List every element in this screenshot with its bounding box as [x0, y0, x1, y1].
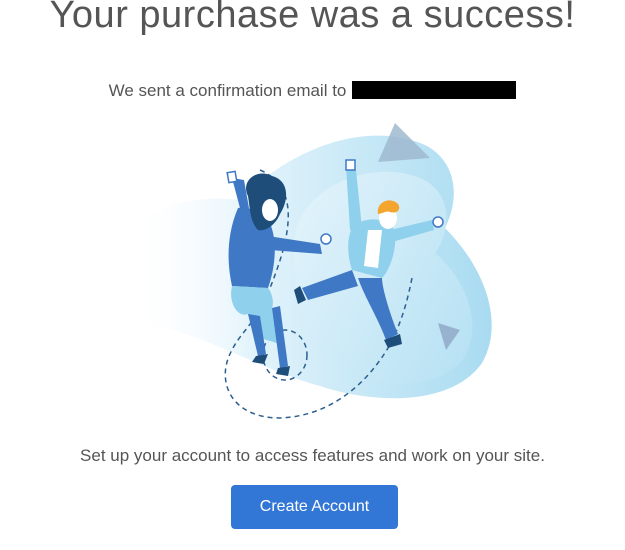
- confirmation-message: We sent a confirmation email to: [0, 81, 625, 101]
- redacted-email: [352, 81, 517, 99]
- page-title: Your purchase was a success!: [49, 0, 576, 36]
- account-setup-message: Set up your account to access features a…: [80, 446, 545, 465]
- create-account-button[interactable]: Create Account: [231, 485, 398, 529]
- confirmation-text: We sent a confirmation email to: [108, 81, 347, 100]
- celebrating-people-illustration: [124, 123, 492, 419]
